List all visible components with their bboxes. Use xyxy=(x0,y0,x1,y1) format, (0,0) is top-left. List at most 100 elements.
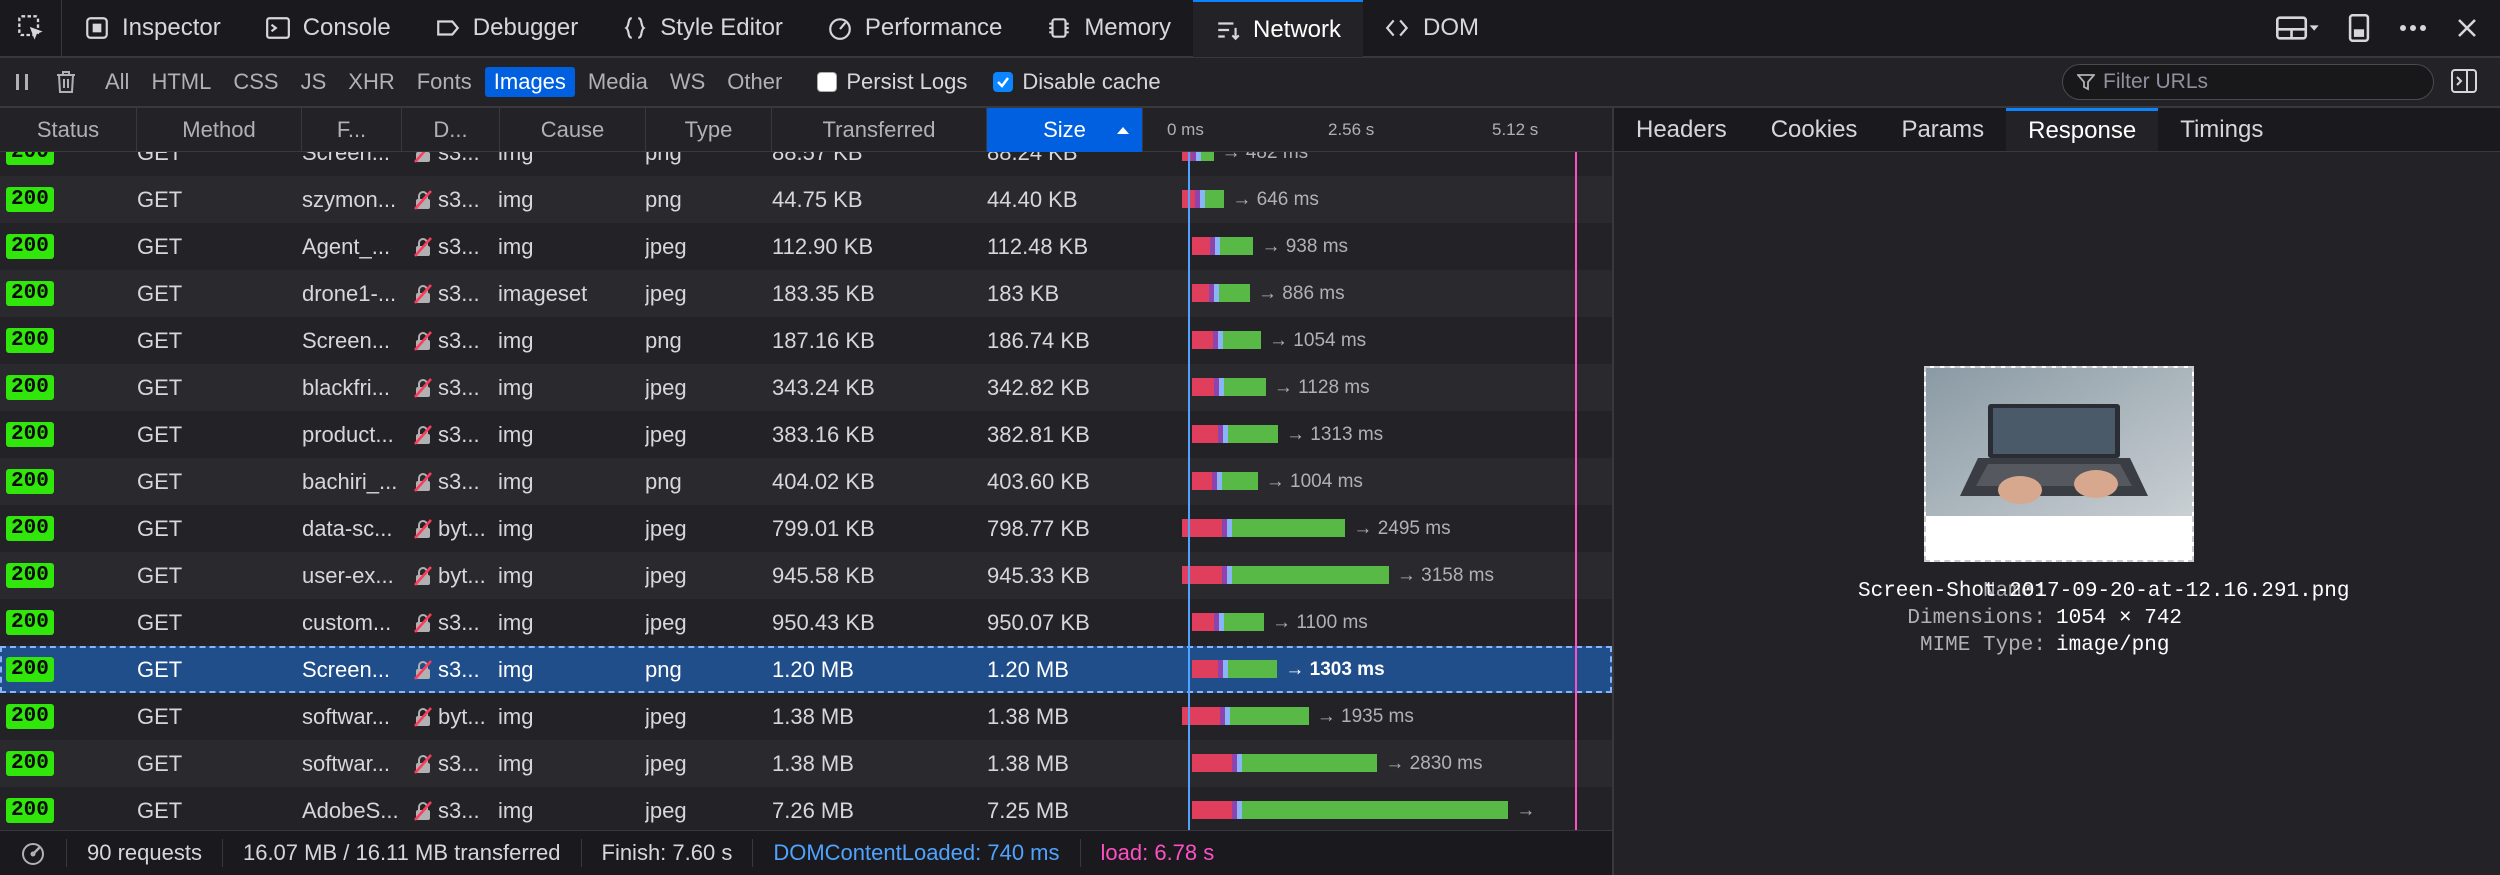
type-cell: jpeg xyxy=(645,233,687,259)
insecure-lock-icon xyxy=(414,753,432,774)
domain-cell: s3... xyxy=(412,364,502,411)
meta-dimensions-row: Dimensions: 1054 × 742 xyxy=(1614,607,2500,634)
table-row[interactable]: 200 GET data-sc... byt... img jpeg 799.01 KB 79… xyxy=(0,505,1612,552)
network-icon xyxy=(1218,21,1240,40)
disable-cache-checkbox[interactable]: Disable cache xyxy=(993,69,1161,95)
size-cell: 44.40 KB xyxy=(987,186,1078,212)
timing-receive xyxy=(1232,566,1389,584)
performance-analysis-button[interactable] xyxy=(0,839,67,867)
responsive-design-icon[interactable] xyxy=(2348,14,2370,42)
filter-ws[interactable]: WS xyxy=(661,67,714,97)
table-row[interactable]: 200 GET softwar... byt... img jpeg 1.38 MB 1.38… xyxy=(0,693,1612,740)
column-method[interactable]: Method xyxy=(137,108,302,152)
type-cell: png xyxy=(645,656,682,682)
details-tab-response[interactable]: Response xyxy=(2006,108,2159,151)
tab-memory[interactable]: Memory xyxy=(1024,0,1193,57)
table-row[interactable]: 200 GET Screen... s3... img png 88.57 KB 88.24 … xyxy=(0,152,1612,176)
column-domain[interactable]: D... xyxy=(402,108,500,152)
tab-network[interactable]: Network xyxy=(1192,0,1364,57)
column-status[interactable]: Status xyxy=(0,108,137,152)
column-type[interactable]: Type xyxy=(646,108,772,152)
toggle-sidebar-button[interactable] xyxy=(2450,68,2478,100)
timing-blocked xyxy=(1192,284,1210,302)
table-row[interactable]: 200 GET bachiri_... s3... img png 404.02 KB 403… xyxy=(0,458,1612,505)
table-row[interactable]: 200 GET drone1-... s3... imageset jpeg 183.35 … xyxy=(0,270,1612,317)
table-row[interactable]: 200 GET Agent_... s3... img jpeg 112.90 KB 112.… xyxy=(0,223,1612,270)
table-row[interactable]: 200 GET AdobeS... s3... img jpeg 7.26 MB 7.25 M… xyxy=(0,787,1612,830)
filter-all[interactable]: All xyxy=(96,67,138,97)
timing-label: → 1313 ms xyxy=(1286,423,1384,445)
cause-cell: img xyxy=(498,656,534,682)
method-cell: GET xyxy=(137,656,183,682)
filter-html[interactable]: HTML xyxy=(142,67,220,97)
tab-inspector[interactable]: Inspector xyxy=(62,0,243,57)
layout-icon[interactable] xyxy=(2276,15,2320,41)
cause-cell: img xyxy=(498,562,534,588)
timing-blocked xyxy=(1192,660,1218,678)
timing-bar xyxy=(1192,472,1258,490)
persist-logs-checkbox[interactable]: Persist Logs xyxy=(817,69,967,95)
details-tab-cookies[interactable]: Cookies xyxy=(1749,108,1880,151)
filter-js[interactable]: JS xyxy=(292,67,336,97)
filter-xhr[interactable]: XHR xyxy=(339,67,403,97)
cause-cell: img xyxy=(498,703,534,729)
domain-text: s3... xyxy=(438,750,480,776)
dom-icon xyxy=(1385,19,1409,37)
pause-button[interactable] xyxy=(0,57,44,107)
method-cell: GET xyxy=(137,233,183,259)
filter-css[interactable]: CSS xyxy=(224,67,287,97)
tab-style-editor[interactable]: Style Editor xyxy=(600,0,805,57)
column-size[interactable]: Size xyxy=(987,108,1143,152)
waterfall-tick: 2.56 s xyxy=(1328,120,1375,139)
tab-console[interactable]: Console xyxy=(243,0,413,57)
file-cell: Agent_... xyxy=(302,233,391,259)
checkmark-icon xyxy=(997,77,1010,88)
column-transferred[interactable]: Transferred xyxy=(772,108,987,152)
cause-cell: img xyxy=(498,374,534,400)
size-cell: 183 KB xyxy=(987,280,1060,306)
timing-label: → 2830 ms xyxy=(1385,752,1483,774)
filter-images[interactable]: Images xyxy=(484,67,575,97)
table-row[interactable]: 200 GET custom... s3... img jpeg 950.43 KB 950.… xyxy=(0,599,1612,646)
table-row[interactable]: 200 GET softwar... s3... img jpeg 1.38 MB 1.38 … xyxy=(0,740,1612,787)
domain-text: byt... xyxy=(438,703,486,729)
element-picker-button[interactable] xyxy=(0,0,62,57)
tab-performance[interactable]: Performance xyxy=(805,0,1024,57)
table-row[interactable]: 200 GET Screen... s3... img png 1.20 MB 1.20 MB… xyxy=(0,646,1612,693)
filter-urls-input[interactable] xyxy=(2103,70,2403,94)
timing-bar xyxy=(1192,613,1265,631)
column-file[interactable]: F... xyxy=(302,108,402,152)
filter-media[interactable]: Media xyxy=(579,67,657,97)
filter-other[interactable]: Other xyxy=(718,67,791,97)
meta-mime-label: MIME Type: xyxy=(1919,634,2046,657)
toolbox-tabs: Inspector Console Debugger Style Editor Perf… xyxy=(62,0,1501,57)
column-waterfall[interactable] xyxy=(1143,108,1612,152)
close-icon[interactable] xyxy=(2456,17,2478,39)
table-row[interactable]: 200 GET product... s3... img jpeg 383.16 KB 382… xyxy=(0,411,1612,458)
more-options-icon[interactable] xyxy=(2398,23,2428,33)
file-cell: softwar... xyxy=(302,750,391,776)
status-badge: 200 xyxy=(6,610,54,635)
domain-cell: byt... xyxy=(412,505,502,552)
details-tab-headers[interactable]: Headers xyxy=(1614,108,1749,151)
status-badge: 200 xyxy=(6,469,54,494)
cause-cell: img xyxy=(498,152,534,165)
disable-cache-box[interactable] xyxy=(993,72,1014,92)
tab-debugger[interactable]: Debugger xyxy=(413,0,600,57)
insecure-lock-icon xyxy=(414,236,432,257)
element-picker-icon xyxy=(17,15,43,40)
column-cause[interactable]: Cause xyxy=(500,108,646,152)
table-row[interactable]: 200 GET blackfri... s3... img jpeg 343.24 KB 34… xyxy=(0,364,1612,411)
details-tab-timings[interactable]: Timings xyxy=(2158,108,2285,151)
timing-bar xyxy=(1192,660,1278,678)
table-row[interactable]: 200 GET user-ex... byt... img jpeg 945.58 KB 94… xyxy=(0,552,1612,599)
tab-dom[interactable]: DOM xyxy=(1363,0,1501,57)
domain-cell: byt... xyxy=(412,552,502,599)
table-row[interactable]: 200 GET Screen... s3... img png 187.16 KB 186.7… xyxy=(0,317,1612,364)
details-tab-params[interactable]: Params xyxy=(1879,108,2006,151)
filter-fonts[interactable]: Fonts xyxy=(408,67,481,97)
clear-button[interactable] xyxy=(44,57,88,107)
table-row[interactable]: 200 GET szymon... s3... img png 44.75 KB 44.40 … xyxy=(0,176,1612,223)
persist-logs-box[interactable] xyxy=(817,72,838,92)
domain-text: s3... xyxy=(438,609,480,635)
